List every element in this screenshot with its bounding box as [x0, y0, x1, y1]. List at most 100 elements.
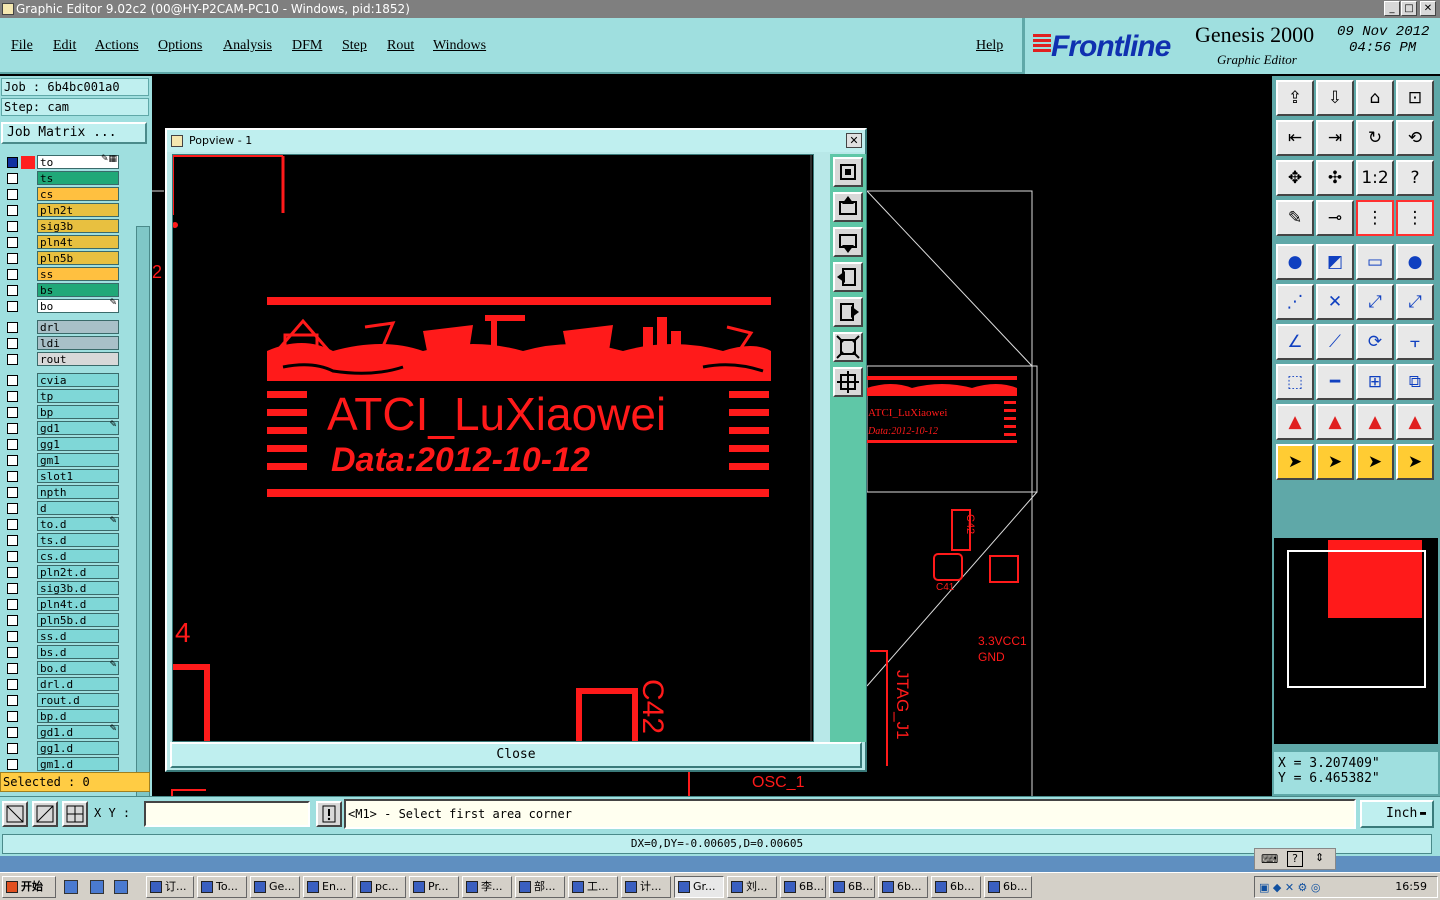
- popview-title-bar[interactable]: Popview - 1 ✕: [167, 130, 865, 152]
- taskbar-item[interactable]: 李...: [462, 876, 512, 898]
- redraw-button[interactable]: ↻: [1356, 120, 1394, 156]
- job-matrix-button[interactable]: Job Matrix ...: [1, 122, 147, 144]
- layer-name[interactable]: rout.d: [37, 693, 119, 707]
- popview-pan-up-button[interactable]: [833, 192, 863, 222]
- layer-row[interactable]: to.d ✎: [1, 516, 135, 532]
- layer-checkbox[interactable]: [7, 157, 18, 168]
- taskbar-item[interactable]: pc...: [356, 876, 406, 898]
- layer-name[interactable]: cvia: [37, 373, 119, 387]
- layer-name[interactable]: gd1.d: [37, 725, 119, 739]
- layer-name[interactable]: tp: [37, 389, 119, 403]
- taskbar-item[interactable]: 6b...: [984, 876, 1032, 898]
- layer-checkbox[interactable]: [7, 338, 18, 349]
- layer-name[interactable]: to.d: [37, 517, 119, 531]
- popview-pan-left-button[interactable]: [833, 262, 863, 292]
- spinner-icon[interactable]: ⇕: [1315, 851, 1324, 864]
- tray-icons[interactable]: ▣ ◆ ✕ ⚙ ◎: [1259, 881, 1321, 894]
- layer-row[interactable]: gg1: [1, 436, 135, 452]
- layer-checkbox[interactable]: [7, 439, 18, 450]
- overview-minimap[interactable]: [1274, 538, 1438, 744]
- layer-name[interactable]: pln4t.d: [37, 597, 119, 611]
- popview-zoom-in-button[interactable]: [833, 367, 863, 397]
- layer-checkbox[interactable]: [7, 322, 18, 333]
- layer-name[interactable]: bo: [37, 299, 119, 313]
- layer-name[interactable]: pln5b: [37, 251, 119, 265]
- layer-name[interactable]: cs: [37, 187, 119, 201]
- layer-name[interactable]: pln4t: [37, 235, 119, 249]
- layer-name[interactable]: gg1: [37, 437, 119, 451]
- zoom-in-frame-button[interactable]: ⇩: [1316, 80, 1354, 116]
- maximize-button[interactable]: □: [1401, 1, 1417, 16]
- angle-line-button[interactable]: ∠: [1276, 324, 1314, 360]
- layer-checkbox[interactable]: [7, 391, 18, 402]
- layer-name[interactable]: pln2t.d: [37, 565, 119, 579]
- layer-checkbox[interactable]: [7, 375, 18, 386]
- layer-row[interactable]: gg1.d: [1, 740, 135, 756]
- layer-checkbox[interactable]: [7, 455, 18, 466]
- layer-route-button[interactable]: ⋮: [1356, 200, 1394, 236]
- layer-row[interactable]: pln5b: [1, 250, 135, 266]
- ie-icon[interactable]: [64, 880, 78, 894]
- layer-checkbox[interactable]: [7, 535, 18, 546]
- layer-row[interactable]: npth: [1, 484, 135, 500]
- layer-checkbox[interactable]: [7, 567, 18, 578]
- layer-checkbox[interactable]: [7, 269, 18, 280]
- layer-row[interactable]: pln4t: [1, 234, 135, 250]
- layer-name[interactable]: slot1: [37, 469, 119, 483]
- popview-close-button[interactable]: Close: [170, 742, 862, 768]
- layer-row[interactable]: gm1: [1, 452, 135, 468]
- layer-name[interactable]: gd1: [37, 421, 119, 435]
- layer-row[interactable]: drl.d: [1, 676, 135, 692]
- delete-node-button[interactable]: ✕: [1316, 284, 1354, 320]
- taskbar-item[interactable]: Ge...: [250, 876, 300, 898]
- layer-row[interactable]: ldi: [1, 335, 135, 351]
- add-node-button[interactable]: ⋰: [1276, 284, 1314, 320]
- add-pad-button[interactable]: ●: [1276, 244, 1314, 280]
- triangle-c-button[interactable]: ▲: [1356, 404, 1394, 440]
- menu-windows[interactable]: Windows: [433, 38, 486, 54]
- layer-name[interactable]: pln5b.d: [37, 613, 119, 627]
- xy-input[interactable]: [144, 801, 310, 827]
- popview-window[interactable]: Popview - 1 ✕ ATCI_LuXiaowei Data:2012-1…: [165, 128, 867, 772]
- layer-name[interactable]: ts.d: [37, 533, 119, 547]
- layer-checkbox[interactable]: [7, 205, 18, 216]
- layer-name[interactable]: sig3b.d: [37, 581, 119, 595]
- start-button[interactable]: 开始: [2, 876, 56, 898]
- settings-button[interactable]: ✎: [1276, 200, 1314, 236]
- popview-pan-right-button[interactable]: [833, 297, 863, 327]
- popview-close-icon[interactable]: ✕: [846, 133, 862, 148]
- layer-checkbox[interactable]: [7, 743, 18, 754]
- layer-name[interactable]: d: [37, 501, 119, 515]
- layer-name[interactable]: ts: [37, 171, 119, 185]
- layer-checkbox[interactable]: [7, 711, 18, 722]
- layer-checkbox[interactable]: [7, 354, 18, 365]
- layer-row[interactable]: bo.d ✎: [1, 660, 135, 676]
- layer-checkbox[interactable]: [7, 407, 18, 418]
- pan-right-button[interactable]: ⇥: [1316, 120, 1354, 156]
- trace-break-button[interactable]: ━: [1316, 364, 1354, 400]
- taskbar-item[interactable]: Gr...: [674, 876, 724, 898]
- move-line-button[interactable]: ⤢: [1356, 284, 1394, 320]
- layer-row[interactable]: sig3b.d: [1, 580, 135, 596]
- desktop-icon[interactable]: [90, 880, 104, 894]
- taskbar-item[interactable]: 6b...: [931, 876, 981, 898]
- layer-row[interactable]: d: [1, 500, 135, 516]
- zoom-fit-button[interactable]: ⊡: [1396, 80, 1434, 116]
- layer-name[interactable]: drl: [37, 320, 119, 334]
- taskbar-item[interactable]: 部...: [515, 876, 565, 898]
- layer-row[interactable]: ss: [1, 266, 135, 282]
- grid-button[interactable]: [62, 801, 88, 827]
- triangle-d-button[interactable]: ▲: [1396, 404, 1434, 440]
- menu-step[interactable]: Step: [342, 38, 367, 54]
- layer-name[interactable]: npth: [37, 485, 119, 499]
- repaint-button[interactable]: ⟲: [1396, 120, 1434, 156]
- layer-checkbox[interactable]: [7, 173, 18, 184]
- layer-name[interactable]: cs.d: [37, 549, 119, 563]
- layer-row[interactable]: bp.d: [1, 708, 135, 724]
- taskbar-item[interactable]: 6b...: [878, 876, 928, 898]
- layer-checkbox[interactable]: [7, 551, 18, 562]
- layer-checkbox[interactable]: [7, 759, 18, 770]
- snap-button[interactable]: [2, 801, 28, 827]
- menu-edit[interactable]: Edit: [53, 38, 76, 54]
- popview-zoom-out-button[interactable]: [833, 332, 863, 362]
